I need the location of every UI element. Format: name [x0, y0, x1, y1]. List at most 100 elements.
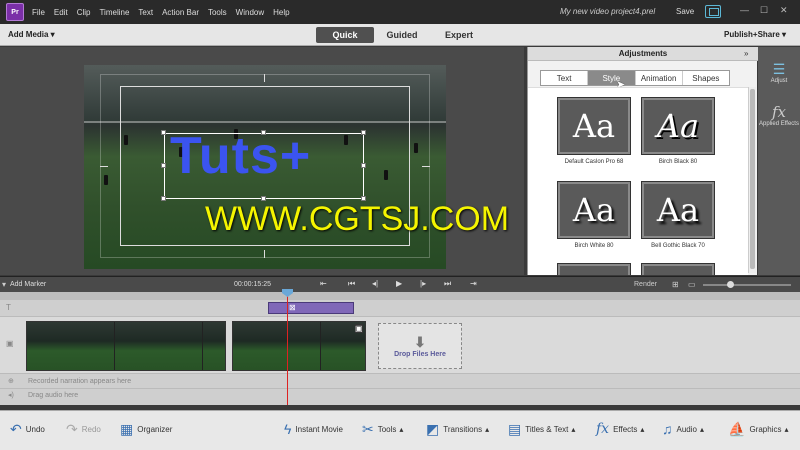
resize-handle[interactable] [361, 130, 366, 135]
style-glyph: Aa [572, 107, 616, 145]
add-media-button[interactable]: Add Media ▾ [8, 30, 55, 39]
collapse-arrow-icon[interactable]: ▾ [2, 280, 6, 289]
titles-label: Titles & Text [525, 425, 569, 434]
frame-forward-icon[interactable]: |▸ [420, 279, 426, 288]
resize-handle[interactable] [361, 163, 366, 168]
zoom-slider[interactable] [703, 284, 791, 286]
undo-icon: ↶ [10, 421, 22, 437]
style-label: Birch White 80 [574, 243, 614, 249]
tab-style[interactable]: Style [588, 71, 636, 85]
applied-effects-button[interactable]: fx Applied Effects [758, 103, 800, 127]
adjust-button[interactable]: ☰ Adjust [758, 61, 800, 84]
resize-handle[interactable] [161, 130, 166, 135]
effects-button[interactable]: fx Effects ▴ [596, 421, 644, 437]
style-card-default-caslon[interactable]: Aa [558, 98, 630, 154]
render-button[interactable]: Render [634, 281, 657, 288]
menu-edit[interactable]: Edit [54, 8, 68, 17]
monitor-icon[interactable] [705, 5, 721, 18]
timeline-header: ▾ Add Marker 00:00:15:25 ⇤ ⏮ ◂| ▶ |▸ ⏭ ⇥… [0, 276, 800, 292]
step-forward-icon[interactable]: ⏭ [444, 279, 451, 289]
drop-files-zone[interactable]: ⬇ Drop Files Here [378, 323, 462, 369]
step-back-icon[interactable]: ⏮ [348, 279, 355, 289]
tab-guided[interactable]: Guided [373, 27, 431, 43]
add-marker-button[interactable]: Add Marker [10, 281, 46, 288]
transitions-icon: ◩ [426, 421, 440, 437]
tab-animation[interactable]: Animation [636, 71, 683, 85]
styles-scrollbar[interactable] [748, 87, 756, 273]
play-icon[interactable]: ▶ [396, 279, 402, 288]
titles-icon: ▤ [508, 421, 522, 437]
tab-shapes[interactable]: Shapes [683, 71, 729, 85]
resize-handle[interactable] [161, 163, 166, 168]
video-track-icon: ▣ [6, 339, 14, 348]
menu-text[interactable]: Text [138, 8, 153, 17]
instant-movie-button[interactable]: ϟ Instant Movie [284, 421, 343, 437]
down-arrow-icon: ⬇ [414, 334, 426, 350]
adjust-label: Adjust [770, 78, 788, 84]
adjustments-tabs: Text Style Animation Shapes [540, 70, 730, 86]
playhead-line[interactable] [287, 292, 288, 405]
style-card-birch-white[interactable]: Aa [558, 182, 630, 238]
menu-file[interactable]: File [32, 8, 45, 17]
resize-handle[interactable] [261, 130, 266, 135]
zoom-slider-thumb[interactable] [727, 281, 734, 288]
time-ruler[interactable] [0, 292, 800, 300]
frame-back-icon[interactable]: ◂| [372, 279, 378, 288]
go-to-end-icon[interactable]: ⇥ [470, 279, 477, 288]
clip-marker-icon: ⊠ [289, 303, 296, 312]
publish-share-button[interactable]: Publish+Share ▾ [724, 30, 786, 39]
graphics-label: Graphics [749, 425, 782, 434]
video-clip-2[interactable]: ▣ [232, 321, 366, 371]
menu-clip[interactable]: Clip [77, 8, 91, 17]
titles-text-button[interactable]: ▤ Titles & Text ▴ [508, 421, 575, 438]
transitions-button[interactable]: ◩ Transitions ▴ [426, 421, 489, 438]
collapse-icon[interactable]: » [744, 49, 748, 58]
menu-help[interactable]: Help [273, 8, 289, 17]
right-rail: ☰ Adjust fx Applied Effects [758, 47, 800, 275]
save-button[interactable]: Save [676, 7, 694, 16]
undo-button[interactable]: ↶ Undo [10, 421, 45, 438]
graphics-button[interactable]: ⛵ Graphics ▴ [728, 421, 788, 438]
resize-handle[interactable] [161, 196, 166, 201]
go-to-start-icon[interactable]: ⇤ [320, 279, 327, 288]
mic-icon: ⊕ [8, 378, 14, 385]
menu-action-bar[interactable]: Action Bar [162, 8, 199, 17]
menu-window[interactable]: Window [236, 8, 264, 17]
audio-button[interactable]: ♫ Audio ▴ [662, 421, 704, 437]
tab-text[interactable]: Text [541, 71, 589, 85]
drop-files-label: Drop Files Here [394, 351, 446, 358]
tab-quick[interactable]: Quick [316, 27, 374, 43]
mode-bar: Add Media ▾ Quick Guided Expert Publish+… [0, 24, 800, 46]
graphics-icon: ⛵ [728, 421, 746, 437]
tab-expert[interactable]: Expert [430, 27, 488, 43]
adjustments-panel: Adjustments » Text Style Animation Shape… [527, 47, 758, 275]
sliders-icon: ☰ [772, 61, 786, 77]
fit-timeline-icon[interactable]: ⊞ [672, 280, 679, 289]
audio-label: Audio [676, 424, 697, 434]
style-card-bell-gothic[interactable]: Aa [642, 182, 714, 238]
undo-label: Undo [25, 425, 45, 434]
narration-hint: Recorded narration appears here [28, 378, 132, 385]
style-card-birch-black[interactable]: Aa [642, 98, 714, 154]
style-label: Bell Gothic Black 70 [651, 243, 705, 249]
adjustments-title: Adjustments [528, 47, 758, 61]
tools-button[interactable]: ✂ Tools ▴ [362, 421, 403, 438]
text-bounding-box[interactable] [164, 133, 364, 199]
fx-icon: fx [596, 421, 610, 437]
audio-hint: Drag audio here [28, 392, 79, 399]
style-card[interactable] [558, 264, 630, 275]
minimize-icon[interactable]: — [740, 5, 749, 15]
scrollbar-thumb[interactable] [750, 89, 755, 269]
video-clip-1[interactable] [26, 321, 226, 371]
organizer-button[interactable]: ▦ Organizer [120, 421, 172, 438]
menu-timeline[interactable]: Timeline [99, 8, 129, 17]
maximize-icon[interactable]: ☐ [760, 5, 768, 16]
close-icon[interactable]: ✕ [780, 5, 788, 16]
tools-icon: ✂ [362, 421, 374, 437]
style-card[interactable] [642, 264, 714, 275]
redo-button[interactable]: ↷ Redo [66, 421, 101, 438]
menu-tools[interactable]: Tools [208, 8, 227, 17]
zoom-out-icon[interactable]: ▭ [688, 280, 696, 289]
applied-effects-label: Applied Effects [759, 121, 799, 127]
title-clip[interactable]: ⊠ [268, 302, 354, 314]
